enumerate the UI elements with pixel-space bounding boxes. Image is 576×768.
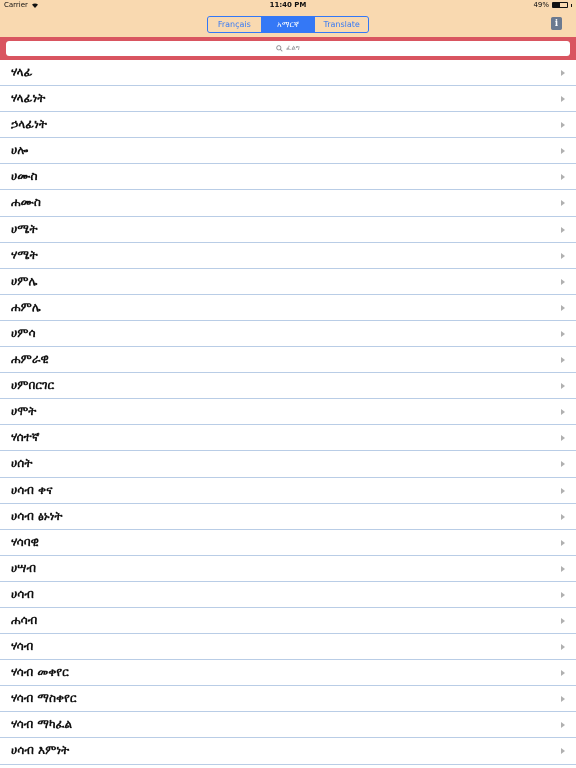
list-item[interactable]: ሃሳባዊ	[0, 530, 576, 556]
list-item[interactable]: ሃሳብ	[0, 634, 576, 661]
list-item-label: ሃሳብ ማስቀየር	[11, 691, 77, 706]
navigation-bar: Français አማርኛ Translate i	[0, 11, 576, 37]
list-item-label: ሃላፊ	[11, 65, 33, 79]
list-item-label: ሀሣብ	[11, 560, 36, 575]
list-item-label: ሀምሳ	[11, 325, 36, 340]
list-item-label: ሐሳብ	[11, 612, 38, 627]
list-item-label: ሀምሌ	[11, 273, 38, 288]
chevron-right-icon	[561, 357, 565, 364]
list-item[interactable]: ኃላፊነት	[0, 112, 576, 139]
search-input[interactable]: ፈልግ	[6, 41, 570, 56]
list-item[interactable]: ሀምበርገር	[0, 373, 576, 400]
chevron-right-icon	[561, 304, 565, 311]
chevron-right-icon	[561, 696, 565, 703]
status-bar: Carrier 11:40 PM 49%	[0, 0, 576, 11]
list-item[interactable]: ሀምሌ	[0, 269, 576, 295]
list-item[interactable]: ሃላፊ	[0, 60, 576, 87]
chevron-right-icon	[561, 591, 565, 598]
list-item[interactable]: ሃሰተኛ	[0, 425, 576, 452]
list-item-label: ሀሳብ ቀና	[11, 482, 53, 497]
list-item-label: ሃሳብ	[11, 639, 34, 654]
battery-indicator: 49%	[533, 1, 572, 9]
chevron-right-icon	[561, 670, 565, 677]
list-item[interactable]: ሃሳብ መቀየር	[0, 660, 576, 687]
info-button[interactable]: i	[551, 17, 562, 30]
chevron-right-icon	[561, 461, 565, 468]
list-item[interactable]: ሀሳብ ፅኑነት	[0, 504, 576, 530]
list-item-label: ሀሙስ	[11, 169, 38, 184]
list-item-label: ሀሳብ	[11, 586, 34, 601]
list-item-label: ሃሜት	[11, 247, 38, 262]
list-item-label: ሐምራዊ	[11, 352, 49, 367]
chevron-right-icon	[561, 96, 565, 103]
list-item-label: ሃሰተኛ	[11, 430, 40, 445]
list-item-label: ሃላፊነት	[11, 91, 46, 106]
chevron-right-icon	[561, 383, 565, 390]
list-item-label: ሀምበርገር	[11, 378, 55, 393]
chevron-right-icon	[561, 487, 565, 494]
list-item[interactable]: ሃሜት	[0, 243, 576, 269]
chevron-right-icon	[561, 539, 565, 546]
list-item-label: ሐምሌ	[11, 299, 41, 314]
list-item-label: ኃላፊነት	[11, 117, 47, 132]
search-placeholder: ፈልግ	[286, 44, 300, 52]
chevron-right-icon	[561, 148, 565, 155]
list-item[interactable]: ሐምራዊ	[0, 347, 576, 374]
segment-amharic[interactable]: አማርኛ	[261, 17, 316, 32]
segment-francais[interactable]: Français	[208, 17, 262, 32]
chevron-right-icon	[561, 174, 565, 181]
chevron-right-icon	[561, 252, 565, 259]
status-time: 11:40 PM	[269, 1, 307, 9]
list-item[interactable]: ሀሙስ	[0, 164, 576, 191]
chevron-right-icon	[561, 565, 565, 572]
chevron-right-icon	[561, 200, 565, 207]
battery-icon	[552, 2, 568, 8]
chevron-right-icon	[561, 226, 565, 233]
list-item-label: ሃሳብ ማካፈል	[11, 717, 73, 732]
list-item[interactable]: ሀሎ	[0, 138, 576, 165]
list-item-label: ሀሰት	[11, 456, 33, 471]
list-item[interactable]: ሀሳብ	[0, 582, 576, 608]
chevron-right-icon	[561, 617, 565, 624]
segment-translate[interactable]: Translate	[315, 17, 368, 32]
chevron-right-icon	[561, 122, 565, 129]
list-item-label: ሐሙስ	[11, 195, 41, 210]
list-item[interactable]: ሀሰት	[0, 451, 576, 478]
chevron-right-icon	[561, 330, 565, 337]
search-icon	[276, 45, 283, 52]
list-item[interactable]: ሀሣብ	[0, 556, 576, 582]
list-item[interactable]: ሐምሌ	[0, 295, 576, 321]
chevron-right-icon	[561, 409, 565, 416]
list-item-label: ሀሎ	[11, 143, 29, 158]
list-item[interactable]: ሃላፊነት	[0, 86, 576, 113]
list-item[interactable]: ሀሞት	[0, 399, 576, 426]
list-item-label: ሀሳብ ፅኑነት	[11, 508, 63, 523]
list-item[interactable]: ሃሳብ ማስቀየር	[0, 686, 576, 713]
chevron-right-icon	[561, 435, 565, 442]
chevron-right-icon	[561, 513, 565, 520]
list-item[interactable]: ሃሳብ ማካፈል	[0, 712, 576, 739]
language-segmented-control[interactable]: Français አማርኛ Translate	[207, 16, 369, 33]
list-item-label: ሀሳብ እምነት	[11, 743, 70, 758]
chevron-right-icon	[561, 748, 565, 755]
list-item-label: ሃሳብ መቀየር	[11, 665, 69, 680]
search-bar: ፈልግ	[0, 37, 576, 60]
list-item[interactable]: ሀሜት	[0, 217, 576, 243]
list-item[interactable]: ሀሳብ ቀና	[0, 478, 576, 504]
list-item-label: ሃሳባዊ	[11, 534, 39, 549]
list-item-label: ሀሜት	[11, 221, 38, 236]
chevron-right-icon	[561, 70, 565, 76]
list-item-label: ሀሞት	[11, 404, 37, 419]
list-item[interactable]: ሐሙስ	[0, 190, 576, 217]
word-list: ሃላፊ ሃላፊነት ኃላፊነት ሀሎ ሀሙስ ሐሙስ ሀሜት ሃሜት ሀምሌ ሐምሌ ሀምሳ ሐምራዊ…	[0, 60, 576, 765]
list-item[interactable]: ሐሳብ	[0, 608, 576, 635]
battery-percent: 49%	[533, 1, 549, 9]
chevron-right-icon	[561, 722, 565, 729]
chevron-right-icon	[561, 644, 565, 651]
list-item[interactable]: ሀሳብ እምነት	[0, 738, 576, 765]
list-item[interactable]: ሀምሳ	[0, 321, 576, 348]
chevron-right-icon	[561, 278, 565, 285]
